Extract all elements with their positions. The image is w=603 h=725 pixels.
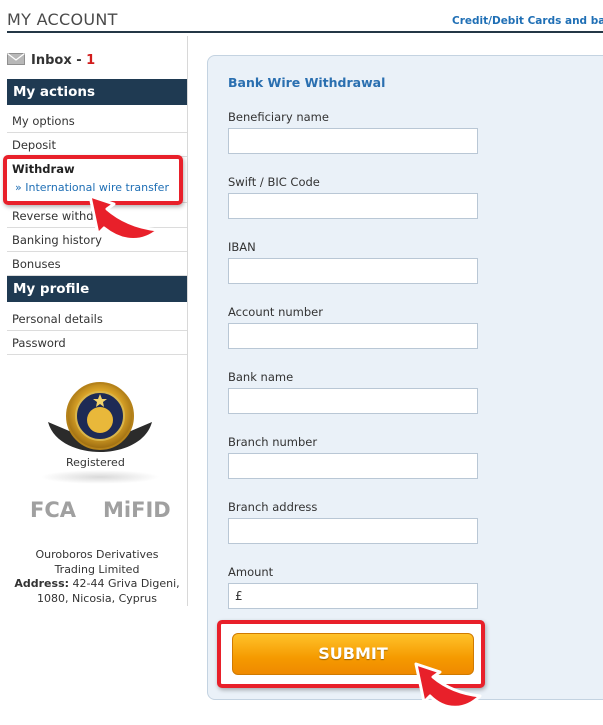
address-street: 42-44 Griva Digeni, — [69, 577, 180, 590]
beneficiary-name-input[interactable] — [228, 128, 478, 154]
registered-seal-icon — [48, 382, 152, 452]
company-name-line2: Trading Limited — [54, 562, 140, 576]
branch-number-input[interactable] — [228, 453, 478, 479]
header-divider — [7, 31, 603, 33]
amount-label: Amount — [228, 565, 274, 579]
submit-arrow-pointer-icon — [414, 662, 482, 709]
address-line2: 1080, Nicosia, Cyprus — [37, 591, 157, 605]
form-title: Bank Wire Withdrawal — [228, 75, 386, 90]
account-number-input[interactable] — [228, 323, 478, 349]
mifid-logo: MiFID — [103, 498, 171, 522]
my-actions-header: My actions — [7, 79, 187, 105]
my-profile-header: My profile — [7, 276, 187, 302]
sidebar-divider — [187, 36, 188, 606]
page-title: MY ACCOUNT — [7, 10, 118, 29]
inbox-separator: - — [71, 53, 87, 68]
iban-input[interactable] — [228, 258, 478, 284]
bank-name-input[interactable] — [228, 388, 478, 414]
iban-label: IBAN — [228, 240, 256, 254]
cards-tab-link[interactable]: Credit/Debit Cards and bar — [452, 15, 603, 27]
beneficiary-name-label: Beneficiary name — [228, 110, 329, 124]
company-address: Ouroboros Derivatives Trading Limited Ad… — [7, 548, 187, 606]
sidebar-item-deposit[interactable]: Deposit — [7, 133, 187, 157]
sidebar-item-bonuses[interactable]: Bonuses — [7, 252, 187, 276]
sidebar-item-personal-details[interactable]: Personal details — [7, 307, 187, 331]
swift-bic-input[interactable] — [228, 193, 478, 219]
company-name-line1: Ouroboros Derivatives — [35, 548, 159, 561]
amount-input[interactable]: £ — [228, 583, 478, 609]
address-line1: Address: 42-44 Griva Digeni, — [7, 577, 187, 592]
account-number-label: Account number — [228, 305, 323, 319]
address-label: Address: — [14, 577, 70, 590]
registered-label: Registered — [66, 456, 125, 469]
inbox-count-badge: 1 — [86, 53, 96, 68]
arrow-pointer-icon — [88, 194, 160, 241]
seal-shadow — [40, 470, 160, 484]
branch-address-label: Branch address — [228, 500, 318, 514]
envelope-icon — [7, 53, 25, 65]
bank-name-label: Bank name — [228, 370, 294, 384]
fca-logo: FCA — [30, 498, 77, 522]
sidebar-item-password[interactable]: Password — [7, 331, 187, 355]
sidebar-item-my-options[interactable]: My options — [7, 109, 187, 133]
branch-number-label: Branch number — [228, 435, 318, 449]
swift-bic-label: Swift / BIC Code — [228, 175, 320, 189]
header: MY ACCOUNT Credit/Debit Cards and bar — [0, 0, 603, 33]
inbox-link[interactable]: Inbox - 1 — [7, 53, 95, 71]
branch-address-input[interactable] — [228, 518, 478, 544]
inbox-label: Inbox — [31, 53, 72, 68]
